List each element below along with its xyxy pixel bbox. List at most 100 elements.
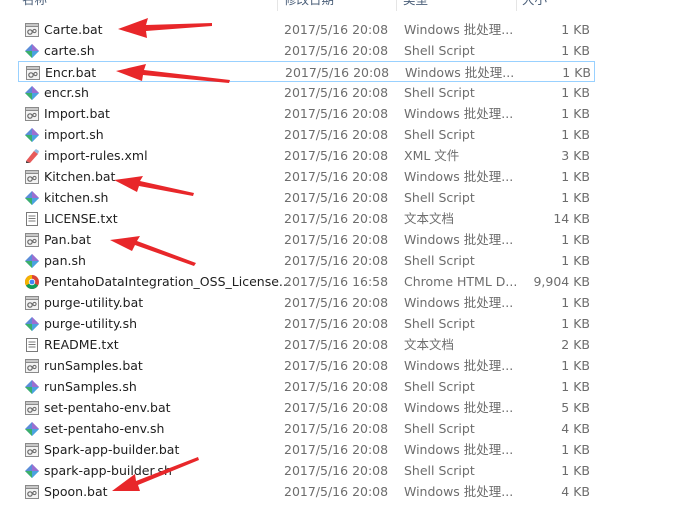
file-row[interactable]: Import.bat 2017/5/16 20:08 Windows 批处理... 1…	[18, 103, 595, 124]
file-name: set-pentaho-env.sh	[44, 421, 165, 436]
file-row[interactable]: encr.sh 2017/5/16 20:08 Shell Script 1 KB	[18, 82, 595, 103]
file-name: import.sh	[44, 127, 104, 142]
column-divider[interactable]	[516, 0, 517, 11]
file-type: 文本文档	[404, 211, 455, 226]
file-type: Shell Script	[404, 127, 475, 142]
file-row[interactable]: import.sh 2017/5/16 20:08 Shell Script 1 KB	[18, 124, 595, 145]
file-size: 1 KB	[561, 442, 590, 457]
file-row[interactable]: LICENSE.txt 2017/5/16 20:08 文本文档 14 KB	[18, 208, 595, 229]
file-row[interactable]: set-pentaho-env.bat 2017/5/16 20:08 Window…	[18, 397, 595, 418]
column-divider[interactable]	[396, 0, 397, 11]
file-row[interactable]: set-pentaho-env.sh 2017/5/16 20:08 Shell S…	[18, 418, 595, 439]
file-name: encr.sh	[44, 85, 89, 100]
file-size: 1 KB	[561, 463, 590, 478]
file-type: Shell Script	[404, 316, 475, 331]
column-header-name[interactable]: 名称	[22, 0, 47, 11]
file-type: Shell Script	[404, 421, 475, 436]
file-size: 1 KB	[561, 22, 590, 37]
column-header: 名称 修改日期 类型 大小	[0, 0, 673, 11]
column-header-date[interactable]: 修改日期	[284, 0, 334, 11]
file-size: 1 KB	[561, 316, 590, 331]
file-row[interactable]: spark-app-builder.sh 2017/5/16 20:08 Shell…	[18, 460, 595, 481]
batch-file-icon	[24, 169, 40, 185]
file-name: runSamples.sh	[44, 379, 137, 394]
file-size: 14 KB	[553, 211, 590, 226]
file-date: 2017/5/16 20:08	[284, 22, 389, 37]
file-row[interactable]: Carte.bat 2017/5/16 20:08 Windows 批处理... 1 …	[18, 19, 595, 40]
file-size: 5 KB	[561, 400, 590, 415]
file-size: 1 KB	[561, 106, 590, 121]
file-type: Windows 批处理...	[404, 22, 514, 37]
file-row[interactable]: purge-utility.bat 2017/5/16 20:08 Windows …	[18, 292, 595, 313]
file-row[interactable]: Spark-app-builder.bat 2017/5/16 20:08 Wind…	[18, 439, 595, 460]
file-row[interactable]: PentahoDataIntegration_OSS_License... 201…	[18, 271, 595, 292]
file-type: Windows 批处理...	[404, 484, 514, 499]
batch-file-icon	[24, 22, 40, 38]
file-name: import-rules.xml	[44, 148, 148, 163]
file-name: Carte.bat	[44, 22, 103, 37]
file-name: spark-app-builder.sh	[44, 463, 172, 478]
file-row[interactable]: runSamples.sh 2017/5/16 20:08 Shell Script…	[18, 376, 595, 397]
file-name: set-pentaho-env.bat	[44, 400, 171, 415]
file-size: 1 KB	[561, 232, 590, 247]
file-size: 1 KB	[561, 253, 590, 268]
file-date: 2017/5/16 20:08	[284, 211, 389, 226]
file-date: 2017/5/16 20:08	[284, 148, 389, 163]
file-type: Windows 批处理...	[404, 358, 514, 373]
file-row[interactable]: Spoon.bat 2017/5/16 20:08 Windows 批处理... 4 …	[18, 481, 595, 502]
shell-script-icon	[24, 127, 40, 143]
file-size: 1 KB	[561, 379, 590, 394]
shell-script-icon	[24, 253, 40, 269]
file-size: 1 KB	[561, 127, 590, 142]
file-date: 2017/5/16 20:08	[284, 127, 389, 142]
file-row[interactable]: import-rules.xml 2017/5/16 20:08 XML 文件 3 K…	[18, 145, 595, 166]
file-type: Shell Script	[404, 253, 475, 268]
file-type: Windows 批处理...	[404, 400, 514, 415]
batch-file-icon	[24, 484, 40, 500]
file-row[interactable]: Pan.bat 2017/5/16 20:08 Windows 批处理... 1 KB	[18, 229, 595, 250]
batch-file-icon	[24, 295, 40, 311]
file-name: kitchen.sh	[44, 190, 109, 205]
chrome-html-icon	[24, 274, 40, 290]
file-name: carte.sh	[44, 43, 95, 58]
file-size: 4 KB	[561, 421, 590, 436]
file-row[interactable]: kitchen.sh 2017/5/16 20:08 Shell Script 1 K…	[18, 187, 595, 208]
file-size: 1 KB	[561, 358, 590, 373]
batch-file-icon	[24, 400, 40, 416]
file-date: 2017/5/16 20:08	[284, 379, 389, 394]
batch-file-icon	[25, 65, 41, 81]
file-name: LICENSE.txt	[44, 211, 118, 226]
shell-script-icon	[24, 190, 40, 206]
file-row[interactable]: purge-utility.sh 2017/5/16 20:08 Shell Scr…	[18, 313, 595, 334]
shell-script-icon	[24, 379, 40, 395]
file-row[interactable]: Kitchen.bat 2017/5/16 20:08 Windows 批处理...…	[18, 166, 595, 187]
file-row[interactable]: carte.sh 2017/5/16 20:08 Shell Script 1 KB	[18, 40, 595, 61]
file-size: 1 KB	[562, 65, 591, 80]
file-type: 文本文档	[404, 337, 455, 352]
file-date: 2017/5/16 20:08	[284, 400, 389, 415]
file-date: 2017/5/16 20:08	[284, 484, 389, 499]
shell-script-icon	[24, 463, 40, 479]
column-header-type[interactable]: 类型	[403, 0, 428, 11]
file-type: XML 文件	[404, 148, 460, 163]
text-file-icon	[24, 211, 40, 227]
file-row[interactable]: Encr.bat 2017/5/16 20:08 Windows 批处理... 1 K…	[18, 61, 595, 82]
shell-script-icon	[24, 421, 40, 437]
xml-file-icon	[24, 148, 40, 164]
column-header-size[interactable]: 大小	[522, 0, 547, 11]
file-row[interactable]: pan.sh 2017/5/16 20:08 Shell Script 1 KB	[18, 250, 595, 271]
file-date: 2017/5/16 20:08	[284, 85, 389, 100]
file-date: 2017/5/16 20:08	[284, 463, 389, 478]
file-row[interactable]: README.txt 2017/5/16 20:08 文本文档 2 KB	[18, 334, 595, 355]
file-size: 1 KB	[561, 190, 590, 205]
file-date: 2017/5/16 20:08	[284, 337, 389, 352]
file-name: Import.bat	[44, 106, 110, 121]
file-type: Windows 批处理...	[404, 169, 514, 184]
file-name: Kitchen.bat	[44, 169, 116, 184]
text-file-icon	[24, 337, 40, 353]
file-type: Chrome HTML D...	[404, 274, 516, 289]
shell-script-icon	[24, 43, 40, 59]
file-row[interactable]: runSamples.bat 2017/5/16 20:08 Windows 批处理…	[18, 355, 595, 376]
column-divider[interactable]	[277, 0, 278, 11]
file-type: Windows 批处理...	[405, 65, 515, 80]
